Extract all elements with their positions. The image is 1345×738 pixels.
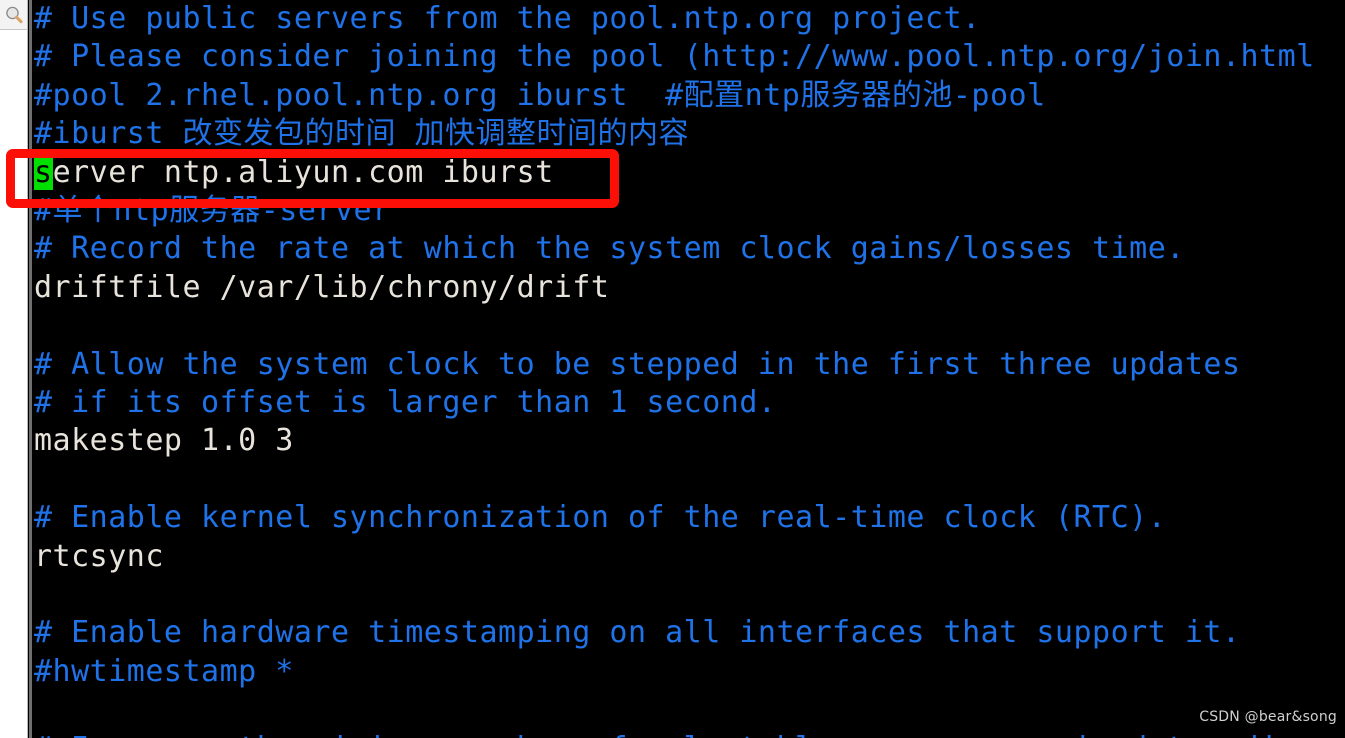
terminal-line: # Allow the system clock to be stepped i… [34,346,1241,384]
terminal-line: #iburst 改变发包的时间 加快调整时间的内容 [34,115,689,153]
terminal-line: # if its offset is larger than 1 second. [34,384,776,422]
terminal-line: # Increase the minimum number of selecta… [34,730,1315,738]
terminal-line: server ntp.aliyun.com iburst [34,154,554,192]
terminal-line: # Use public servers from the pool.ntp.o… [34,0,981,38]
terminal-line-text: makestep 1.0 3 [34,423,294,459]
terminal-line-text: #单个ntp服务器-server [34,193,391,228]
terminal-line: # Please consider joining the pool (http… [34,38,1315,76]
terminal-cursor: s [34,154,53,190]
terminal-line: # Record the rate at which the system cl… [34,230,1185,268]
terminal-line-text: #iburst 改变发包的时间 加快调整时间的内容 [34,116,690,152]
terminal-line-text: driftfile /var/lib/chrony/drift [34,269,610,305]
terminal-line-text: # if its offset is larger than 1 second. [34,385,777,420]
terminal-line-text: # Record the rate at which the system cl… [34,231,1185,267]
terminal-line-text: # Increase the minimum number of selecta… [34,731,1315,738]
terminal-line: # Enable kernel synchronization of the r… [34,499,1166,537]
terminal-line: #hwtimestamp * [34,653,294,691]
terminal-line: #pool 2.rhel.pool.ntp.org iburst #配置ntp服… [34,77,1046,115]
terminal-line-text: #pool 2.rhel.pool.ntp.org iburst #配置ntp服… [34,77,1046,113]
terminal-line-text: # Allow the system clock to be stepped i… [34,346,1241,382]
watermark: CSDN @bear&song [1199,709,1337,725]
terminal-line: # Enable hardware timestamping on all in… [34,614,1241,652]
panel-header [0,0,27,30]
terminal-line-text: # Please consider joining the pool (http… [34,39,1315,75]
terminal-line-text: #hwtimestamp * [34,653,294,689]
terminal-line-text: rtcsync [34,538,164,574]
terminal-line-text: erver ntp.aliyun.com iburst [52,154,554,190]
terminal-line: driftfile /var/lib/chrony/drift [34,269,609,307]
terminal-line-text: # Enable hardware timestamping on all in… [34,615,1241,651]
left-side-panel [0,0,28,738]
terminal-line-text: # Use public servers from the pool.ntp.o… [34,1,981,36]
terminal-line: rtcsync [34,538,164,576]
terminal-line: makestep 1.0 3 [34,422,294,460]
panel-divider [29,0,32,738]
terminal-line: #单个ntp服务器-server [34,192,391,230]
terminal-line-text: # Enable kernel synchronization of the r… [34,500,1167,536]
search-icon[interactable] [4,5,24,25]
terminal-text-area[interactable]: # Use public servers from the pool.ntp.o… [32,0,1345,738]
